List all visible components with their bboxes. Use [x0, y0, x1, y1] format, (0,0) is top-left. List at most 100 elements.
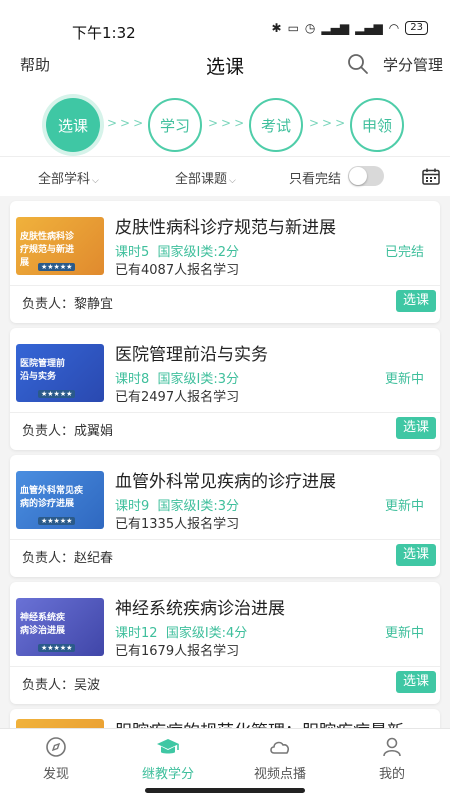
- course-hours: 课时12: [115, 626, 158, 641]
- person-icon: [383, 737, 401, 757]
- course-owner: 负责人：黎静宜: [22, 297, 114, 312]
- course-enrolled: 已有2497人报名学习: [115, 390, 240, 405]
- course-meta: 课时8 国家级Ⅰ类:3分: [115, 368, 239, 387]
- chevron-down-icon: ⌵: [229, 176, 236, 186]
- rating-stars: ★★★★★: [38, 517, 76, 525]
- signal-2-icon: ▂▄▆: [355, 21, 383, 35]
- course-credit-level: 国家级Ⅰ类:3分: [157, 499, 240, 514]
- course-title: 胆腔疾病的规范化管理：胆腔疾病最新: [115, 717, 404, 728]
- course-title: 血管外科常见疾病的诊疗进展: [115, 472, 336, 492]
- course-hours: 课时5: [115, 245, 150, 260]
- course-credit-level: 国家级Ⅰ类:2分: [157, 245, 240, 260]
- subject-filter-label: 全部学科: [38, 172, 91, 187]
- app-header: 帮助 选课 学分管理: [0, 42, 450, 88]
- course-thumbnail: 医院管理前沿与实务 ★★★★★: [16, 344, 104, 402]
- step-study[interactable]: 学习: [148, 98, 202, 152]
- filter-bar: 全部学科 ⌵ 全部课题 ⌵ 只看完结: [0, 156, 450, 196]
- toggle-knob: [349, 167, 367, 185]
- select-course-button[interactable]: 选课: [396, 544, 436, 566]
- rating-stars: ★★★★★: [38, 263, 76, 271]
- battery-icon: 23: [405, 21, 428, 35]
- chevron-right-icon: >>>: [107, 116, 147, 130]
- course-credit-level: 国家级Ⅰ类:3分: [157, 372, 240, 387]
- course-hours: 课时9: [115, 499, 150, 514]
- home-indicator: [145, 788, 305, 793]
- wifi-icon: ◠: [388, 21, 400, 35]
- progress-steps: 选课 >>> 学习 >>> 考试 >>> 申领: [0, 88, 450, 156]
- status-icons: ✱ ▭ ◷ ▂▄▆ ▂▄▆ ◠ 23: [272, 21, 428, 35]
- rating-stars: ★★★★★: [38, 644, 76, 652]
- select-course-button[interactable]: 选课: [396, 671, 436, 693]
- tab-discover[interactable]: 发现: [0, 735, 112, 782]
- status-bar: 下午1:32 ✱ ▭ ◷ ▂▄▆ ▂▄▆ ◠ 23: [0, 0, 450, 42]
- course-thumbnail: 皮肤性病科诊疗规范与新进展 ★★★★★: [16, 217, 104, 275]
- course-meta: 课时9 国家级Ⅰ类:3分: [115, 495, 239, 514]
- course-thumbnail: 神经系统疾病诊治进展 ★★★★★: [16, 598, 104, 656]
- course-enrolled: 已有4087人报名学习: [115, 263, 240, 278]
- chevron-down-icon: ⌵: [92, 176, 99, 186]
- select-course-button[interactable]: 选课: [396, 417, 436, 439]
- course-credit-level: 国家级Ⅰ类:4分: [165, 626, 248, 641]
- course-card-partial[interactable]: 胆腔疾病的规范化管理：胆腔疾病最新: [10, 709, 440, 728]
- course-status: 已完结: [384, 245, 424, 260]
- course-status: 更新中: [384, 626, 424, 641]
- course-enrolled: 已有1335人报名学习: [115, 517, 240, 532]
- tab-label: 我的: [378, 767, 405, 782]
- course-hours: 课时8: [115, 372, 150, 387]
- credit-management-link[interactable]: 学分管理: [383, 54, 443, 75]
- select-course-button[interactable]: 选课: [396, 290, 436, 312]
- tab-label: 发现: [42, 767, 69, 782]
- signal-icon: ▂▄▆: [321, 21, 350, 35]
- calendar-icon[interactable]: [422, 168, 440, 185]
- chevron-right-icon: >>>: [309, 116, 349, 130]
- compass-icon: [46, 737, 66, 757]
- thumbnail-text: 神经系统疾病诊治进展: [20, 613, 66, 636]
- step-select-course[interactable]: 选课: [46, 98, 100, 152]
- course-owner: 负责人：吴波: [22, 678, 101, 693]
- graduation-cap-icon: [157, 739, 179, 754]
- course-card[interactable]: 神经系统疾病诊治进展 ★★★★★ 神经系统疾病诊治进展 课时12 国家级Ⅰ类:4…: [10, 582, 440, 704]
- search-icon[interactable]: [346, 52, 370, 76]
- thumbnail-text: 血管外科常见疾病的诊疗进展: [20, 486, 84, 509]
- thumbnail-text: 医院管理前沿与实务: [20, 359, 66, 382]
- course-card[interactable]: 皮肤性病科诊疗规范与新进展 ★★★★★ 皮肤性病科诊疗规范与新进展 课时5 国家…: [10, 201, 440, 323]
- step-claim[interactable]: 申领: [350, 98, 404, 152]
- course-meta: 课时5 国家级Ⅰ类:2分: [115, 241, 239, 260]
- tab-video-on-demand[interactable]: 视频点播: [224, 735, 336, 782]
- course-thumbnail: [16, 719, 104, 728]
- card-divider: [10, 285, 440, 286]
- tab-mine[interactable]: 我的: [336, 735, 448, 782]
- course-status: 更新中: [384, 499, 424, 514]
- status-time: 下午1:32: [72, 24, 136, 42]
- tab-label: 继教学分: [141, 767, 194, 782]
- card-divider: [10, 539, 440, 540]
- course-owner: 负责人：赵纪春: [22, 551, 114, 566]
- chevron-right-icon: >>>: [208, 116, 248, 130]
- course-thumbnail: 血管外科常见疾病的诊疗进展 ★★★★★: [16, 471, 104, 529]
- course-owner: 负责人：成翼娟: [22, 424, 114, 439]
- course-title: 医院管理前沿与实务: [115, 345, 268, 365]
- tab-continuing-education[interactable]: 继教学分: [112, 735, 224, 782]
- course-title: 皮肤性病科诊疗规范与新进展: [115, 218, 336, 238]
- card-divider: [10, 412, 440, 413]
- completed-only-toggle[interactable]: [348, 166, 384, 186]
- vibrate-icon: ▭: [287, 21, 299, 35]
- course-enrolled: 已有1679人报名学习: [115, 644, 240, 659]
- completed-only-label: 只看完结: [289, 172, 342, 187]
- tab-label: 视频点播: [253, 767, 306, 782]
- card-divider: [10, 666, 440, 667]
- bluetooth-icon: ✱: [271, 21, 282, 35]
- alarm-icon: ◷: [304, 21, 316, 35]
- course-list: 皮肤性病科诊疗规范与新进展 ★★★★★ 皮肤性病科诊疗规范与新进展 课时5 国家…: [0, 196, 450, 728]
- step-exam[interactable]: 考试: [249, 98, 303, 152]
- subject-filter[interactable]: 全部学科 ⌵: [38, 168, 99, 187]
- rating-stars: ★★★★★: [38, 390, 76, 398]
- course-card[interactable]: 医院管理前沿与实务 ★★★★★ 医院管理前沿与实务 课时8 国家级Ⅰ类:3分 已…: [10, 328, 440, 450]
- topic-filter-label: 全部课题: [175, 172, 228, 187]
- course-meta: 课时12 国家级Ⅰ类:4分: [115, 622, 247, 641]
- topic-filter[interactable]: 全部课题 ⌵: [175, 168, 236, 187]
- cloud-icon: [270, 741, 290, 754]
- course-title: 神经系统疾病诊治进展: [115, 599, 285, 619]
- course-status: 更新中: [384, 372, 424, 387]
- course-card[interactable]: 血管外科常见疾病的诊疗进展 ★★★★★ 血管外科常见疾病的诊疗进展 课时9 国家…: [10, 455, 440, 577]
